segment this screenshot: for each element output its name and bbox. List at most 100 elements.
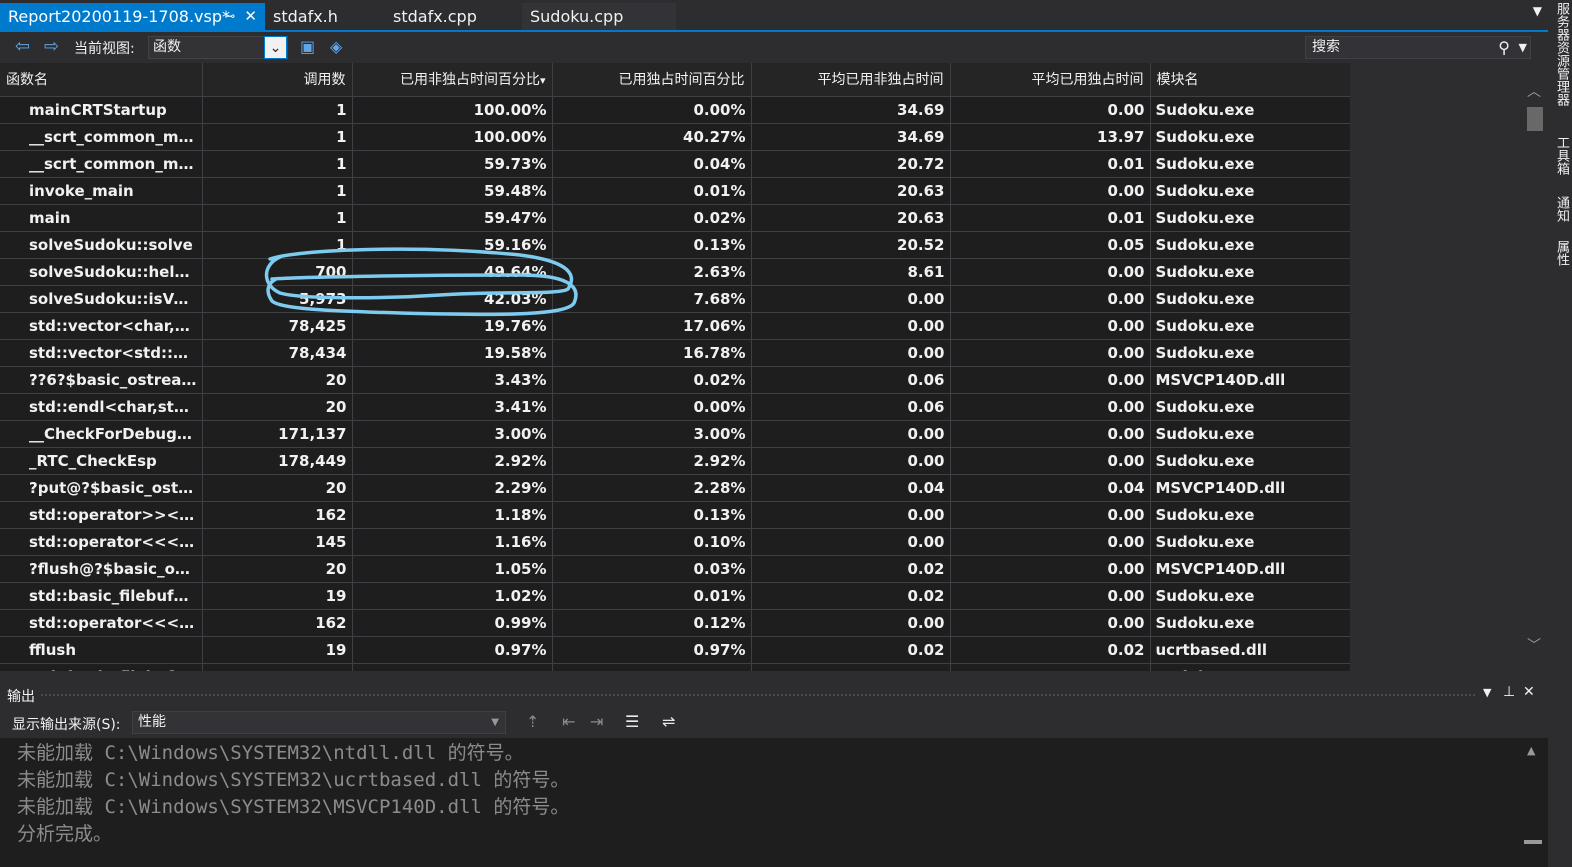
cell-call-count: 700 xyxy=(202,258,353,286)
cell-exclusive-pct: 3.00% xyxy=(552,420,752,448)
column-header-inclusive-pct[interactable]: 已用非独占时间百分比▾ xyxy=(352,63,553,97)
cell-module-name: Sudoku.exe xyxy=(1150,609,1350,637)
cell-module-name: MSVCP140D.dll xyxy=(1150,555,1350,583)
cell-module-name: Sudoku.exe xyxy=(1150,393,1350,421)
table-row[interactable]: std::operator<<<st... 145 1.16% 0.10% 0.00 0.… xyxy=(0,528,1350,556)
pin-icon[interactable]: ⊸ xyxy=(225,3,235,30)
table-row[interactable]: ?flush@?$basic_ostr... 20 1.05% 0.03% 0.02 0.… xyxy=(0,555,1350,583)
scrollbar-thumb[interactable] xyxy=(1527,107,1543,131)
table-row[interactable]: ??6?$basic_ostream... 20 3.43% 0.02% 0.06 0.0… xyxy=(0,366,1350,394)
clear-all-icon[interactable]: ☰ xyxy=(625,712,639,731)
cell-inclusive-pct: 2.29% xyxy=(352,474,553,502)
chevron-down-icon[interactable]: ﹀ xyxy=(1527,635,1541,655)
table-row[interactable]: std::basic_filebuf<c...30.93%0.00%0.160.… xyxy=(0,663,1350,671)
cell-exclusive-pct: 0.97% xyxy=(552,636,752,664)
cell-exclusive-pct: 0.00% xyxy=(552,663,752,671)
output-pane-title: 输出 xyxy=(7,689,35,705)
search-options-dropdown-icon[interactable]: ▼ xyxy=(1519,37,1527,58)
column-header-avg-inclusive[interactable]: 平均已用非独占时间 xyxy=(751,63,951,97)
table-row[interactable]: __scrt_common_mai... 1 59.73% 0.04% 20.72 0.0… xyxy=(0,150,1350,178)
cell-call-count: 1 xyxy=(202,150,353,178)
table-row[interactable]: mainCRTStartup 1 100.00% 0.00% 34.69 0.00 Sudo… xyxy=(0,96,1350,124)
side-tab-notifications[interactable]: 通知 xyxy=(1552,196,1571,222)
cell-call-count: 145 xyxy=(202,528,353,556)
output-text-area[interactable]: 未能加载 C:\Windows\SYSTEM32\ntdll.dll 的符号。 … xyxy=(17,740,1517,848)
side-tab-toolbox[interactable]: 工具箱 xyxy=(1552,136,1571,175)
table-body: mainCRTStartup 1 100.00% 0.00% 34.69 0.00 Sudo… xyxy=(0,96,1350,671)
tab-overflow-dropdown-icon[interactable]: ▼ xyxy=(1533,4,1542,18)
table-row[interactable]: __scrt_common_main 1 100.00% 40.27% 34.69 13.… xyxy=(0,123,1350,151)
cell-function-name: invoke_main xyxy=(0,177,203,205)
tab-stdafx-h[interactable]: stdafx.h xyxy=(265,3,385,30)
column-header-call-count[interactable]: 调用数 xyxy=(202,63,353,97)
cell-avg-exclusive: 0.00 xyxy=(950,528,1151,556)
grid-vertical-scrollbar[interactable]: ︿ ﹀ xyxy=(1522,63,1548,671)
previous-message-icon[interactable]: ⇤ xyxy=(562,712,575,731)
table-row[interactable]: invoke_main 1 59.48% 0.01% 20.63 0.00 Sudoku.e… xyxy=(0,177,1350,205)
close-icon[interactable]: ✕ xyxy=(244,3,257,30)
tab-stdafx-cpp[interactable]: stdafx.cpp xyxy=(385,3,515,30)
pin-icon[interactable]: ⊥ xyxy=(1503,684,1515,700)
output-line: 未能加载 C:\Windows\SYSTEM32\ucrtbased.dll 的… xyxy=(17,769,570,791)
window-position-dropdown-icon[interactable]: ▼ xyxy=(1483,686,1491,699)
table-row[interactable]: solveSudoku::helper 700 49.64% 2.63% 8.61 0.0… xyxy=(0,258,1350,286)
side-tab-server-explorer[interactable]: 服务器资源管理器 xyxy=(1552,2,1571,106)
cell-function-name: _RTC_CheckEsp xyxy=(0,447,203,475)
cell-function-name: std::basic_filebuf<c... xyxy=(0,582,203,610)
output-source-select[interactable]: 性能 ▼ xyxy=(132,711,506,734)
cell-inclusive-pct: 3.43% xyxy=(352,366,553,394)
tab-report[interactable]: Report20200119-1708.vsp* ⊸ ✕ xyxy=(0,3,265,30)
current-view-select[interactable]: 函数 ⌄ xyxy=(148,36,288,59)
output-scrollbar-thumb[interactable] xyxy=(1524,840,1542,844)
output-scroll-up-icon[interactable]: ▲ xyxy=(1527,744,1535,757)
toggle-word-wrap-icon[interactable]: ⇌ xyxy=(662,712,675,731)
forward-arrow-icon[interactable]: ⇨ xyxy=(44,36,59,58)
cell-function-name: __CheckForDebugge... xyxy=(0,420,203,448)
table-row[interactable]: _RTC_CheckEsp 178,449 2.92% 2.92% 0.00 0.00 Su… xyxy=(0,447,1350,475)
cell-function-name: std::vector<char,std... xyxy=(0,312,203,340)
tab-sudoku-cpp[interactable]: Sudoku.cpp xyxy=(522,3,676,30)
table-row[interactable]: solveSudoku::solve 1 59.16% 0.13% 20.52 0.05 S… xyxy=(0,231,1350,259)
chevron-up-icon[interactable]: ︿ xyxy=(1527,81,1541,101)
table-row[interactable]: std::operator>><ch... 162 1.18% 0.13% 0.00 0.… xyxy=(0,501,1350,529)
search-input[interactable]: 搜索 ⚲ ▼ xyxy=(1305,36,1531,59)
table-row[interactable]: std::vector<std::vec... 78,434 19.58% 16.78… xyxy=(0,339,1350,367)
column-header-label: 函数名 xyxy=(6,72,48,89)
cell-module-name: Sudoku.exe xyxy=(1150,339,1350,367)
drag-grip[interactable] xyxy=(40,693,1475,697)
table-row[interactable]: main 1 59.47% 0.02% 20.63 0.01 Sudoku.exe xyxy=(0,204,1350,232)
cell-exclusive-pct: 0.12% xyxy=(552,609,752,637)
table-row[interactable]: std::endl<char,std::c...203.41%0.00%0.06… xyxy=(0,393,1350,421)
column-header-exclusive-pct[interactable]: 已用独占时间百分比 xyxy=(552,63,752,97)
cell-exclusive-pct: 0.04% xyxy=(552,150,752,178)
back-arrow-icon[interactable]: ⇦ xyxy=(15,36,30,58)
find-message-icon[interactable]: ⇡ xyxy=(526,712,539,731)
table-row[interactable]: fflush 19 0.97% 0.97% 0.02 0.02 ucrtbased.dll xyxy=(0,636,1350,664)
chevron-down-icon[interactable]: ⌄ xyxy=(264,36,287,59)
cell-module-name: Sudoku.exe xyxy=(1150,204,1350,232)
search-icon[interactable]: ⚲ xyxy=(1498,37,1510,58)
side-tab-properties[interactable]: 属性 xyxy=(1552,240,1571,266)
filter-icon[interactable]: ◈ xyxy=(330,36,342,58)
close-icon[interactable]: ✕ xyxy=(1523,684,1535,700)
column-header-avg-exclusive[interactable]: 平均已用独占时间 xyxy=(950,63,1151,97)
column-header-module-name[interactable]: 模块名 xyxy=(1150,63,1350,97)
cell-avg-exclusive: 0.00 xyxy=(950,177,1151,205)
cell-avg-inclusive: 20.63 xyxy=(751,204,951,232)
table-row[interactable]: solveSudoku::isValid 5,973 42.03% 7.68% 0.00… xyxy=(0,285,1350,313)
table-row[interactable]: std::vector<char,std... 78,425 19.76% 17.06… xyxy=(0,312,1350,340)
cell-exclusive-pct: 0.02% xyxy=(552,204,752,232)
table-row[interactable]: __CheckForDebugge... 171,137 3.00% 3.00% 0.0… xyxy=(0,420,1350,448)
next-message-icon[interactable]: ⇥ xyxy=(590,712,603,731)
output-line: 未能加载 C:\Windows\SYSTEM32\MSVCP140D.dll 的… xyxy=(17,796,570,818)
cell-avg-inclusive: 20.63 xyxy=(751,177,951,205)
column-header-label: 已用独占时间百分比 xyxy=(618,72,745,89)
cell-function-name: std::operator<<<st... xyxy=(0,609,203,637)
table-row[interactable]: std::basic_filebuf<c... 19 1.02% 0.01% 0.02 0… xyxy=(0,582,1350,610)
column-header-function-name[interactable]: 函数名 xyxy=(0,63,203,97)
table-row[interactable]: ?put@?$basic_ostre... 20 2.29% 2.28% 0.04 0.0… xyxy=(0,474,1350,502)
table-row[interactable]: std::operator<<<st... 162 0.99% 0.12% 0.00 0.… xyxy=(0,609,1350,637)
cell-avg-inclusive: 0.00 xyxy=(751,528,951,556)
chevron-down-icon[interactable]: ▼ xyxy=(491,712,499,733)
save-icon[interactable]: ▣ xyxy=(300,36,315,58)
